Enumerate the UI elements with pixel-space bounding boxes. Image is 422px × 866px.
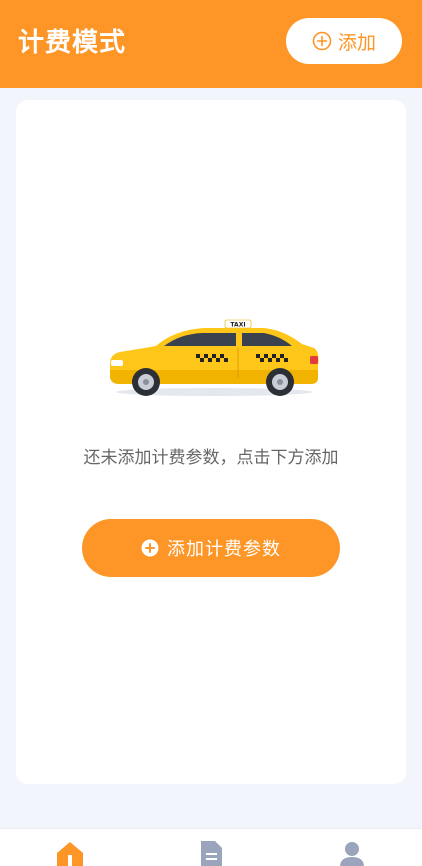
taxi-sign-text: TAXI — [230, 322, 245, 329]
add-button[interactable]: 添加 — [286, 18, 402, 64]
user-icon — [339, 841, 365, 866]
plus-circle-icon — [312, 31, 332, 51]
app-root: 计费模式 添加 TAXI 还未添加计费参数，点击下方添加 添加计费参数 — [0, 0, 422, 866]
tab-home[interactable] — [0, 829, 140, 866]
tab-profile[interactable] — [282, 829, 422, 866]
tab-documents[interactable] — [141, 829, 281, 866]
bottom-tab-bar — [0, 828, 422, 866]
header-bar: 计费模式 添加 — [0, 0, 422, 88]
plus-circle-filled-icon — [141, 539, 159, 557]
document-icon — [198, 841, 224, 866]
add-button-label: 添加 — [337, 31, 376, 54]
taxi-illustration: TAXI — [104, 308, 324, 398]
page-title: 计费模式 — [18, 28, 127, 58]
home-icon — [56, 841, 84, 866]
empty-state-message: 还未添加计费参数，点击下方添加 — [83, 448, 339, 468]
empty-state-card: TAXI 还未添加计费参数，点击下方添加 添加计费参数 — [16, 100, 406, 784]
add-billing-parameter-label: 添加计费参数 — [167, 539, 281, 560]
add-billing-parameter-button[interactable]: 添加计费参数 — [82, 519, 340, 577]
